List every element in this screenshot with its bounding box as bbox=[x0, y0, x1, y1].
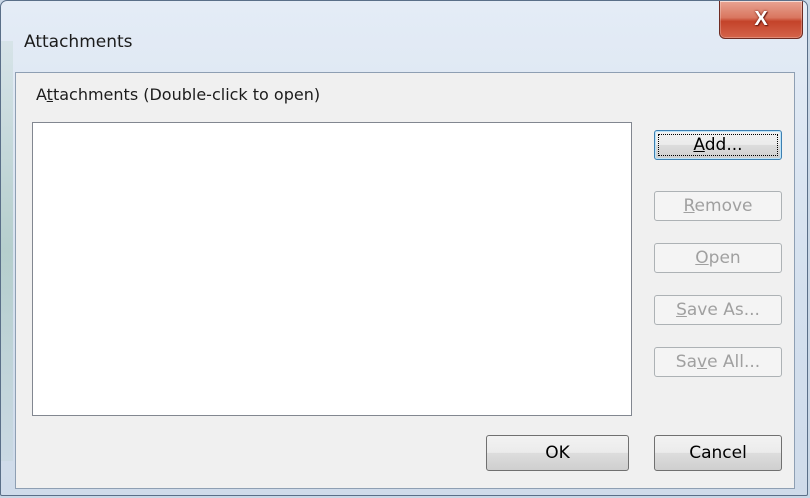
open-button[interactable]: Open bbox=[654, 243, 782, 273]
ok-button-label: OK bbox=[545, 443, 570, 463]
title-bar[interactable]: Attachments bbox=[1, 1, 807, 73]
save-as-button[interactable]: Save As... bbox=[654, 295, 782, 325]
close-button[interactable]: X bbox=[719, 1, 803, 39]
ok-button[interactable]: OK bbox=[486, 435, 629, 471]
attachments-dialog: Attachments X Attachments (Double-click … bbox=[0, 0, 808, 496]
attachments-list-label: Attachments (Double-click to open) bbox=[36, 85, 321, 104]
save-all-button-label: Save All... bbox=[675, 352, 761, 372]
save-all-button[interactable]: Save All... bbox=[654, 347, 782, 377]
cancel-button-label: Cancel bbox=[689, 443, 747, 463]
dialog-client-area: Attachments (Double-click to open) Add..… bbox=[15, 72, 795, 489]
dialog-title: Attachments bbox=[24, 32, 133, 52]
remove-button[interactable]: Remove bbox=[654, 191, 782, 221]
save-as-button-label: Save As... bbox=[676, 300, 760, 320]
attachments-listbox[interactable] bbox=[32, 122, 632, 416]
open-button-label: Open bbox=[695, 248, 741, 268]
close-icon: X bbox=[754, 8, 768, 30]
add-button[interactable]: Add... bbox=[654, 130, 782, 160]
cancel-button[interactable]: Cancel bbox=[654, 435, 782, 471]
focus-ring bbox=[658, 134, 778, 156]
remove-button-label: Remove bbox=[683, 196, 753, 216]
frame-edge-tint bbox=[1, 41, 13, 461]
